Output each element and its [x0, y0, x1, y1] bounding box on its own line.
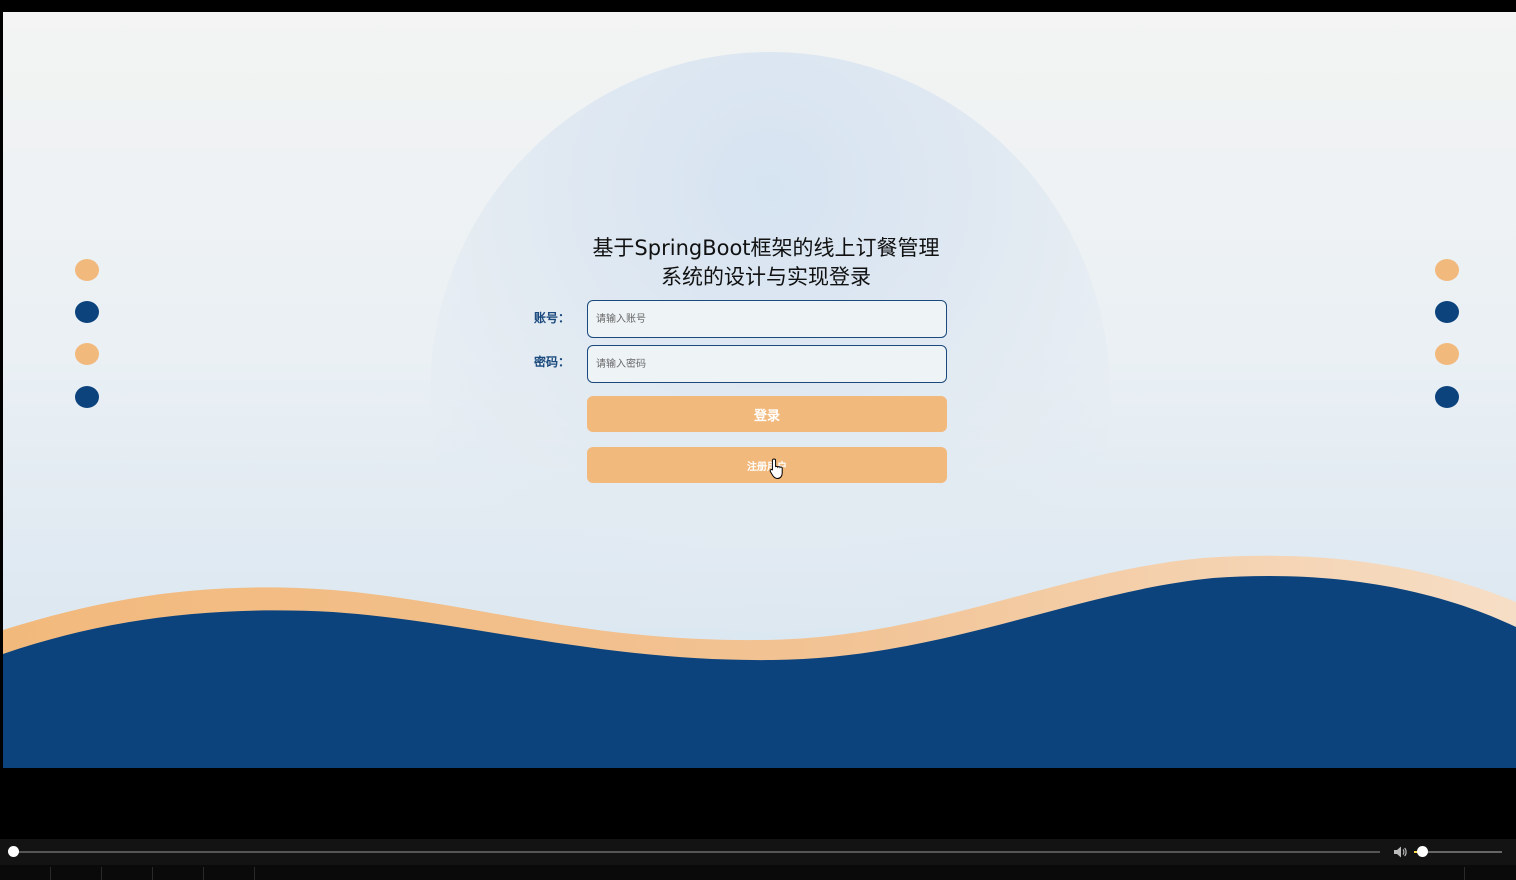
taskbar-separator	[203, 867, 204, 880]
password-input[interactable]	[587, 345, 947, 383]
taskbar-separator	[1464, 867, 1465, 880]
top-black-bar	[0, 0, 1516, 12]
decor-dot-orange	[75, 259, 99, 281]
account-input[interactable]	[587, 300, 947, 338]
player-controls	[0, 839, 1516, 865]
decor-dot-orange	[1435, 259, 1459, 281]
taskbar-separator	[152, 867, 153, 880]
decor-dot-blue	[1435, 301, 1459, 323]
decor-dot-blue	[75, 386, 99, 408]
login-screen: 基于SpringBoot框架的线上订餐管理系统的设计与实现登录 账号： 密码： …	[3, 12, 1516, 768]
decor-dot-orange	[1435, 343, 1459, 365]
decor-dot-blue	[1435, 386, 1459, 408]
page-title: 基于SpringBoot框架的线上订餐管理系统的设计与实现登录	[592, 236, 940, 289]
decor-dot-orange	[75, 343, 99, 365]
speaker-icon[interactable]	[1392, 844, 1408, 860]
decor-dot-blue	[75, 301, 99, 323]
taskbar-separator	[254, 867, 255, 880]
password-label: 密码：	[534, 355, 571, 369]
seek-bar[interactable]	[14, 851, 1380, 853]
hand-pointer-icon	[769, 458, 783, 480]
account-label: 账号：	[534, 311, 571, 325]
taskbar-separator	[50, 867, 51, 880]
login-button[interactable]: 登录	[587, 396, 947, 432]
bottom-waves	[3, 555, 1516, 768]
volume-handle[interactable]	[1417, 846, 1428, 857]
seek-handle[interactable]	[8, 846, 19, 857]
taskbar	[0, 865, 1516, 880]
taskbar-separator	[101, 867, 102, 880]
register-button[interactable]: 注册用户	[587, 447, 947, 483]
